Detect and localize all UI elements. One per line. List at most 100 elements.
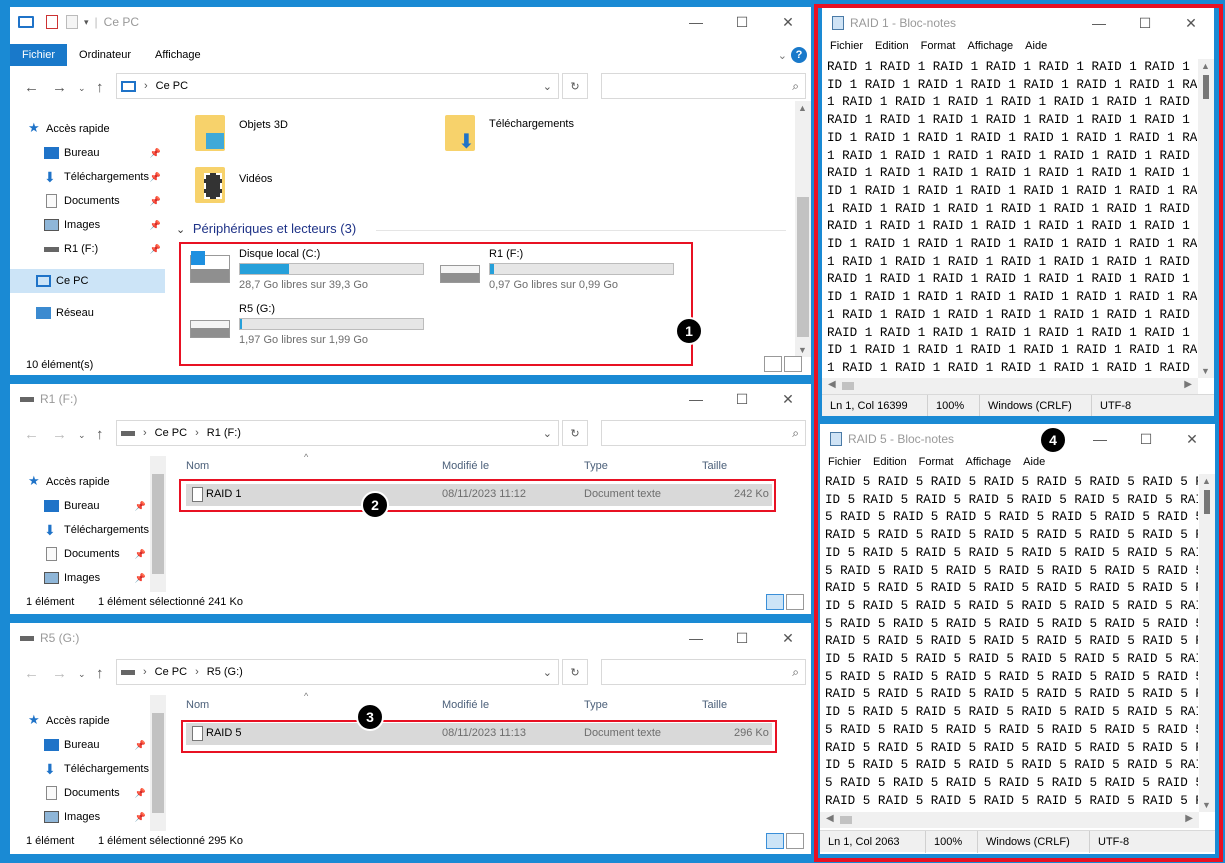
- close-button[interactable]: ✕: [765, 623, 811, 653]
- minimize-button[interactable]: —: [1076, 8, 1122, 38]
- breadcrumb-separator-icon[interactable]: ›: [144, 80, 148, 92]
- scroll-down-icon[interactable]: ▼: [798, 345, 807, 355]
- address-bar[interactable]: › Ce PC › R1 (F:) ⌄: [116, 420, 559, 446]
- nav-item-documents[interactable]: Documents 📌: [10, 781, 150, 805]
- scroll-up-icon[interactable]: ▲: [1201, 61, 1210, 71]
- menu-format[interactable]: Format: [919, 456, 954, 468]
- breadcrumb-ce-pc[interactable]: Ce PC: [155, 427, 187, 439]
- up-arrow-icon[interactable]: ↑: [96, 426, 104, 443]
- nav-item-acces-rapide[interactable]: ★ Accès rapide: [10, 470, 150, 494]
- column-header-taille[interactable]: Taille: [702, 699, 727, 711]
- menu-fichier[interactable]: Fichier: [828, 456, 861, 468]
- scroll-thumb[interactable]: [152, 474, 164, 574]
- scroll-down-icon[interactable]: ▼: [1201, 366, 1210, 376]
- search-input[interactable]: ⌕: [601, 73, 806, 99]
- nav-scrollbar[interactable]: [150, 695, 166, 831]
- ribbon-expand-icon[interactable]: ⌄: [778, 49, 787, 62]
- breadcrumb-separator-icon[interactable]: ›: [143, 427, 147, 439]
- back-arrow-icon[interactable]: ←: [24, 79, 39, 96]
- vertical-scrollbar[interactable]: ▲ ▼: [795, 101, 811, 357]
- text-editor[interactable]: RAID 1 RAID 1 RAID 1 RAID 1 RAID 1 RAID …: [827, 59, 1197, 378]
- breadcrumb-r1[interactable]: R1 (F:): [207, 427, 241, 439]
- horizontal-scrollbar[interactable]: ◀ ▶: [822, 378, 1198, 394]
- refresh-button[interactable]: ↻: [562, 73, 588, 99]
- up-arrow-icon[interactable]: ↑: [96, 665, 104, 682]
- column-header-type[interactable]: Type: [584, 460, 608, 472]
- scroll-thumb[interactable]: [1203, 75, 1209, 99]
- scroll-thumb[interactable]: [842, 382, 854, 390]
- close-button[interactable]: ✕: [765, 7, 811, 37]
- nav-item-reseau[interactable]: Réseau: [10, 301, 165, 325]
- properties-icon[interactable]: [46, 15, 58, 29]
- address-bar[interactable]: › Ce PC › R5 (G:) ⌄: [116, 659, 559, 685]
- close-button[interactable]: ✕: [1168, 8, 1214, 38]
- scroll-thumb[interactable]: [152, 713, 164, 813]
- up-arrow-icon[interactable]: ↑: [96, 79, 104, 96]
- new-folder-icon[interactable]: [66, 15, 78, 29]
- vertical-scrollbar[interactable]: ▲ ▼: [1199, 474, 1215, 812]
- tab-affichage[interactable]: Affichage: [143, 44, 213, 66]
- nav-item-ce-pc[interactable]: Ce PC: [10, 269, 165, 293]
- large-icons-view-icon[interactable]: [784, 356, 802, 372]
- column-header-type[interactable]: Type: [584, 699, 608, 711]
- menu-edition[interactable]: Edition: [873, 456, 907, 468]
- minimize-button[interactable]: —: [673, 7, 719, 37]
- folder-item-objets-3d[interactable]: Objets 3D: [192, 115, 432, 161]
- address-bar[interactable]: › Ce PC ⌄: [116, 73, 559, 99]
- forward-arrow-icon[interactable]: →: [52, 79, 67, 96]
- address-dropdown-icon[interactable]: ⌄: [543, 666, 552, 679]
- breadcrumb-separator-icon[interactable]: ›: [143, 666, 147, 678]
- scroll-thumb[interactable]: [797, 197, 809, 337]
- recent-dropdown-icon[interactable]: ⌄: [78, 430, 86, 441]
- maximize-button[interactable]: ☐: [719, 7, 765, 37]
- nav-item-images[interactable]: Images 📌: [10, 566, 150, 590]
- maximize-button[interactable]: ☐: [1122, 8, 1168, 38]
- column-header-nom[interactable]: Nom: [186, 699, 209, 711]
- scroll-thumb[interactable]: [840, 816, 852, 824]
- nav-item-images[interactable]: Images 📌: [10, 805, 150, 829]
- horizontal-scrollbar[interactable]: ◀ ▶: [820, 812, 1199, 828]
- large-icons-view-icon[interactable]: [786, 833, 804, 849]
- close-button[interactable]: ✕: [1169, 424, 1215, 454]
- vertical-scrollbar[interactable]: ▲ ▼: [1198, 59, 1214, 378]
- nav-item-bureau[interactable]: Bureau 📌: [10, 141, 165, 165]
- breadcrumb-ce-pc[interactable]: Ce PC: [156, 80, 188, 92]
- nav-item-documents[interactable]: Documents 📌: [10, 189, 165, 213]
- scroll-down-icon[interactable]: ▼: [1202, 800, 1211, 810]
- search-input[interactable]: ⌕: [601, 659, 806, 685]
- breadcrumb-r5[interactable]: R5 (G:): [207, 666, 243, 678]
- nav-item-r1[interactable]: R1 (F:) 📌: [10, 237, 165, 261]
- scroll-thumb[interactable]: [1204, 490, 1210, 514]
- menu-affichage[interactable]: Affichage: [968, 40, 1014, 52]
- nav-item-images[interactable]: Images 📌: [10, 213, 165, 237]
- maximize-button[interactable]: ☐: [719, 623, 765, 653]
- nav-item-telechargements[interactable]: ⬇ Téléchargements: [10, 518, 150, 542]
- nav-item-bureau[interactable]: Bureau 📌: [10, 733, 150, 757]
- address-dropdown-icon[interactable]: ⌄: [543, 427, 552, 440]
- column-header-nom[interactable]: Nom: [186, 460, 209, 472]
- scroll-right-icon[interactable]: ▶: [1184, 379, 1192, 390]
- details-view-icon[interactable]: [766, 594, 784, 610]
- scroll-up-icon[interactable]: ▲: [798, 103, 807, 113]
- close-button[interactable]: ✕: [765, 384, 811, 414]
- forward-arrow-icon[interactable]: →: [52, 665, 67, 682]
- nav-item-acces-rapide[interactable]: ★ Accès rapide: [10, 709, 150, 733]
- drives-group-header[interactable]: ⌄ Périphériques et lecteurs (3): [176, 221, 796, 239]
- refresh-button[interactable]: ↻: [562, 420, 588, 446]
- column-header-modifie[interactable]: Modifié le: [442, 699, 489, 711]
- menu-aide[interactable]: Aide: [1025, 40, 1047, 52]
- text-editor[interactable]: RAID 5 RAID 5 RAID 5 RAID 5 RAID 5 RAID …: [825, 474, 1198, 812]
- details-view-icon[interactable]: [764, 356, 782, 372]
- nav-scrollbar[interactable]: [150, 456, 166, 592]
- dropdown-icon[interactable]: ▾: [84, 17, 89, 28]
- address-dropdown-icon[interactable]: ⌄: [543, 80, 552, 93]
- recent-dropdown-icon[interactable]: ⌄: [78, 83, 86, 94]
- large-icons-view-icon[interactable]: [786, 594, 804, 610]
- maximize-button[interactable]: ☐: [1123, 424, 1169, 454]
- nav-item-telechargements[interactable]: ⬇ Téléchargements: [10, 757, 150, 781]
- tab-ordinateur[interactable]: Ordinateur: [67, 44, 143, 66]
- details-view-icon[interactable]: [766, 833, 784, 849]
- menu-fichier[interactable]: Fichier: [830, 40, 863, 52]
- recent-dropdown-icon[interactable]: ⌄: [78, 669, 86, 680]
- minimize-button[interactable]: —: [1077, 424, 1123, 454]
